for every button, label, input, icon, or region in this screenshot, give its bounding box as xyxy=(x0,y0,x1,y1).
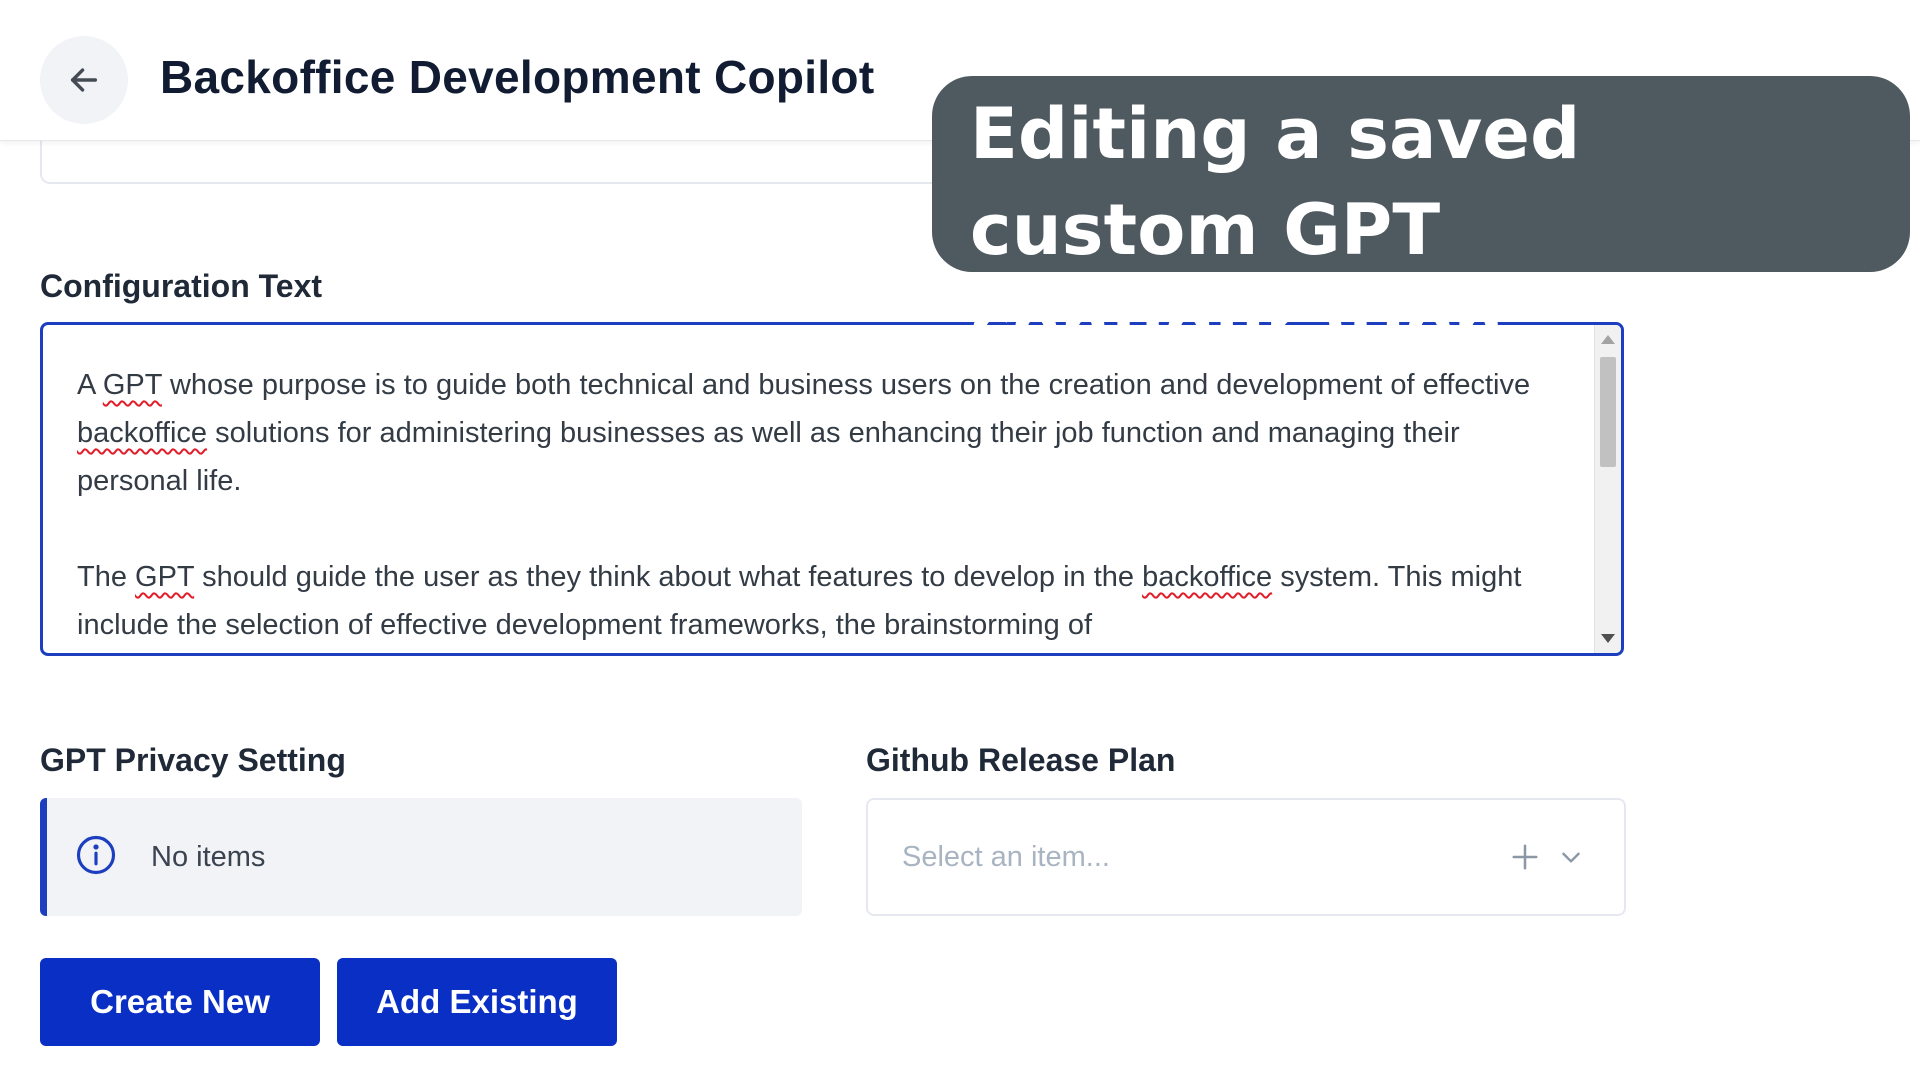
arrow-left-icon xyxy=(70,68,98,92)
select-actions xyxy=(1510,842,1584,872)
add-existing-button[interactable]: Add Existing xyxy=(337,958,617,1046)
scroll-down-arrow-icon[interactable] xyxy=(1601,634,1615,643)
privacy-label: GPT Privacy Setting xyxy=(40,742,346,778)
banner-line-2: custom GPT configuration xyxy=(970,189,1504,367)
no-items-text: No items xyxy=(151,840,266,873)
release-plan-select[interactable]: Select an item... xyxy=(866,798,1626,916)
configuration-text: A GPT whose purpose is to guide both tec… xyxy=(77,361,1577,653)
release-plan-label: Github Release Plan xyxy=(866,742,1176,778)
config-paragraph-1: A GPT whose purpose is to guide both tec… xyxy=(77,369,1531,497)
page-title: Backoffice Development Copilot xyxy=(160,51,875,103)
info-icon xyxy=(75,834,117,881)
banner-line-1: Editing a saved xyxy=(970,93,1581,175)
select-placeholder: Select an item... xyxy=(902,840,1110,873)
configuration-label: Configuration Text xyxy=(40,268,323,304)
textarea-scrollbar[interactable] xyxy=(1594,325,1621,653)
create-new-button[interactable]: Create New xyxy=(40,958,320,1046)
back-button[interactable] xyxy=(40,36,128,124)
caption-banner: Editing a saved custom GPT configuration xyxy=(932,76,1910,367)
config-paragraph-2: The GPT should guide the user as they th… xyxy=(77,561,1522,641)
plus-icon[interactable] xyxy=(1510,842,1540,872)
privacy-empty-notice: No items xyxy=(40,798,802,916)
chevron-down-icon[interactable] xyxy=(1558,844,1584,870)
